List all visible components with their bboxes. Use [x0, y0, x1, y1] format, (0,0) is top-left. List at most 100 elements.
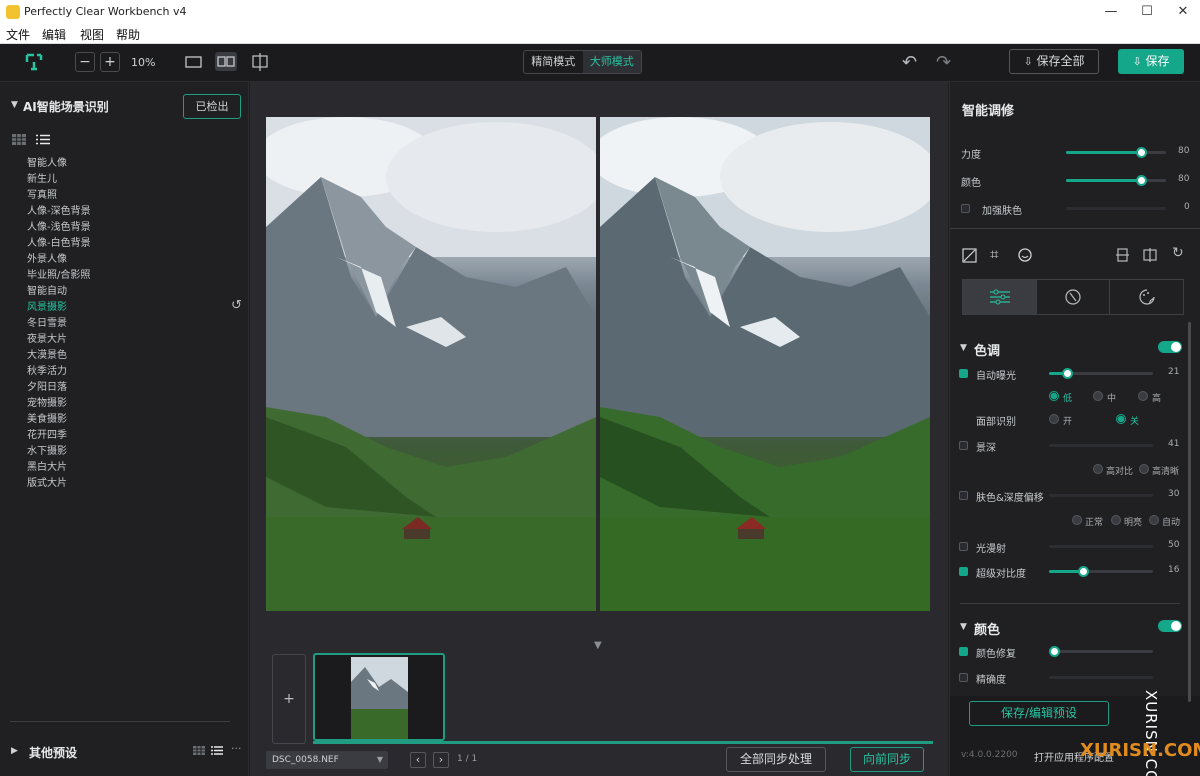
skin-normal-radio[interactable]	[1072, 515, 1082, 525]
menu-edit[interactable]: 编辑	[42, 26, 66, 43]
color-slider-knob[interactable]	[1136, 175, 1147, 186]
level-low-radio[interactable]	[1049, 391, 1059, 401]
scene-item[interactable]: 夕阳日落	[27, 378, 67, 393]
tone-curve-icon[interactable]	[962, 248, 977, 263]
tab-creative[interactable]	[1109, 279, 1184, 315]
color-toggle[interactable]	[1158, 620, 1182, 632]
tone-toggle[interactable]	[1158, 341, 1182, 353]
save-button[interactable]: ⇩ 保存	[1118, 49, 1184, 74]
zoom-out-button[interactable]: −	[75, 52, 95, 72]
depth-checkbox[interactable]	[959, 441, 968, 450]
strength-slider[interactable]	[1066, 147, 1166, 158]
presets-grid-icon[interactable]	[193, 746, 205, 755]
scene-item[interactable]: 智能自动	[27, 282, 67, 297]
scene-item[interactable]: 写真照	[27, 186, 57, 201]
scene-item[interactable]: 花开四季	[27, 426, 67, 441]
simple-mode-tab[interactable]: 精简模式	[524, 51, 583, 73]
split-view-icon[interactable]	[215, 52, 237, 71]
save-preset-button[interactable]: 保存/编辑预设	[969, 701, 1109, 726]
scene-item[interactable]: 美食摄影	[27, 410, 67, 425]
scene-item[interactable]: 黑白大片	[27, 458, 67, 473]
filmstrip-scrollbar[interactable]	[313, 741, 933, 744]
reset-icon[interactable]: ↺	[231, 298, 242, 313]
depth-contrast-radio[interactable]	[1093, 464, 1103, 474]
undo-icon[interactable]: ↶	[902, 52, 917, 73]
more-icon[interactable]: ···	[231, 742, 242, 755]
expand-arrow-icon[interactable]: ▶	[11, 746, 18, 756]
add-image-button[interactable]: +	[272, 654, 306, 744]
super-contrast-knob[interactable]	[1078, 566, 1089, 577]
before-image[interactable]	[266, 117, 596, 611]
collapse-filmstrip-icon[interactable]: ▼	[594, 640, 602, 651]
menu-view[interactable]: 视图	[80, 26, 104, 43]
after-image[interactable]	[600, 117, 930, 611]
face-detect-off-radio[interactable]	[1116, 414, 1126, 424]
color-repair-slider[interactable]	[1049, 646, 1153, 657]
zoom-in-button[interactable]: +	[100, 52, 120, 72]
light-diffusion-slider[interactable]	[1049, 545, 1153, 548]
menu-file[interactable]: 文件	[6, 26, 30, 43]
scene-item[interactable]: 新生儿	[27, 170, 57, 185]
list-view-icon[interactable]	[36, 134, 50, 145]
filename-select[interactable]: DSC_0058.NEF ▼	[266, 751, 388, 769]
sync-all-button[interactable]: 全部同步处理	[726, 747, 826, 772]
compare-view-icon[interactable]	[250, 53, 270, 71]
scene-item[interactable]: 人像-白色背景	[27, 234, 91, 249]
skin-bright-radio[interactable]	[1111, 515, 1121, 525]
super-contrast-slider[interactable]	[1049, 566, 1153, 577]
skin-depth-slider[interactable]	[1049, 494, 1153, 497]
single-view-icon[interactable]	[185, 55, 202, 69]
color-slider[interactable]	[1066, 175, 1166, 186]
auto-exposure-checkbox[interactable]	[959, 369, 968, 378]
scene-item[interactable]: 水下摄影	[27, 442, 67, 457]
grid-view-icon[interactable]	[12, 134, 26, 145]
auto-exposure-knob[interactable]	[1062, 368, 1073, 379]
auto-exposure-slider[interactable]	[1049, 368, 1153, 379]
scene-item[interactable]: 毕业照/合影照	[27, 266, 90, 281]
scene-item[interactable]: 人像-深色背景	[27, 202, 91, 217]
close-button[interactable]: ✕	[1166, 0, 1200, 24]
right-scrollbar[interactable]	[1188, 322, 1191, 702]
scene-item[interactable]: 版式大片	[27, 474, 67, 489]
skin-slider[interactable]	[1066, 207, 1166, 210]
detected-button[interactable]: 已检出	[183, 94, 241, 119]
sync-forward-button[interactable]: 向前同步	[850, 747, 924, 772]
flip-horizontal-icon[interactable]	[1143, 248, 1157, 262]
next-image-button[interactable]: ›	[433, 752, 449, 768]
rotate-icon[interactable]: ↻	[1172, 245, 1184, 261]
flip-vertical-icon[interactable]	[1116, 248, 1129, 262]
color-collapse-icon[interactable]: ▼	[960, 622, 967, 632]
scene-item[interactable]: 大漠景色	[27, 346, 67, 361]
prev-image-button[interactable]: ‹	[410, 752, 426, 768]
scene-item[interactable]: 夜景大片	[27, 330, 67, 345]
skin-auto-radio[interactable]	[1149, 515, 1159, 525]
scene-item[interactable]: 人像-浅色背景	[27, 218, 91, 233]
scene-item[interactable]: 风景摄影	[27, 298, 67, 313]
level-mid-radio[interactable]	[1093, 391, 1103, 401]
save-all-button[interactable]: ⇩ 保存全部	[1009, 49, 1099, 74]
tone-collapse-icon[interactable]: ▼	[960, 343, 967, 353]
skin-depth-checkbox[interactable]	[959, 491, 968, 500]
redo-icon[interactable]: ↷	[936, 52, 951, 73]
tab-adjust[interactable]	[962, 279, 1037, 315]
super-contrast-checkbox[interactable]	[959, 567, 968, 576]
scene-item[interactable]: 宠物摄影	[27, 394, 67, 409]
strength-slider-knob[interactable]	[1136, 147, 1147, 158]
color-repair-checkbox[interactable]	[959, 647, 968, 656]
scene-item[interactable]: 冬日雪景	[27, 314, 67, 329]
light-diffusion-checkbox[interactable]	[959, 542, 968, 551]
face-icon[interactable]	[1018, 248, 1032, 262]
level-high-radio[interactable]	[1138, 391, 1148, 401]
collapse-arrow-icon[interactable]: ▼	[11, 100, 18, 110]
precision-slider[interactable]	[1049, 676, 1153, 679]
minimize-button[interactable]: —	[1094, 0, 1128, 24]
depth-slider[interactable]	[1049, 444, 1153, 447]
scene-item[interactable]: 智能人像	[27, 154, 67, 169]
color-repair-knob[interactable]	[1049, 646, 1060, 657]
precision-checkbox[interactable]	[959, 673, 968, 682]
other-presets-title[interactable]: 其他预设	[29, 744, 77, 761]
scene-item[interactable]: 外景人像	[27, 250, 67, 265]
depth-sharp-radio[interactable]	[1139, 464, 1149, 474]
menu-help[interactable]: 帮助	[116, 26, 140, 43]
skin-checkbox[interactable]	[961, 204, 970, 213]
